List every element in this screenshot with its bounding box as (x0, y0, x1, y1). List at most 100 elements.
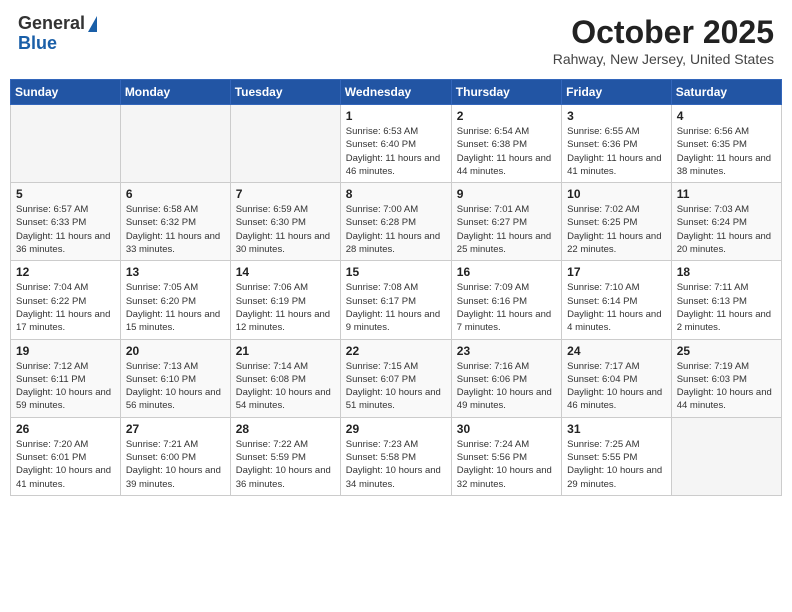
page-header: General Blue October 2025 Rahway, New Je… (10, 10, 782, 71)
day-info: Sunrise: 7:15 AMSunset: 6:07 PMDaylight:… (346, 360, 446, 413)
day-info: Sunrise: 7:20 AMSunset: 6:01 PMDaylight:… (16, 438, 115, 491)
day-number: 3 (567, 109, 666, 123)
day-info: Sunrise: 7:25 AMSunset: 5:55 PMDaylight:… (567, 438, 666, 491)
table-row: 2 Sunrise: 6:54 AMSunset: 6:38 PMDaylight… (451, 105, 561, 183)
table-row: 14Sunrise: 7:06 AMSunset: 6:19 PMDayligh… (230, 261, 340, 339)
calendar-week-row: 5 Sunrise: 6:57 AMSunset: 6:33 PMDaylight… (11, 183, 782, 261)
day-number: 25 (677, 344, 776, 358)
day-info: Sunrise: 7:05 AMSunset: 6:20 PMDaylight:… (126, 281, 225, 334)
day-info: Sunrise: 6:59 AMSunset: 6:30 PMDaylight:… (236, 203, 335, 256)
day-info: Sunrise: 6:57 AMSunset: 6:33 PMDaylight:… (16, 203, 115, 256)
logo-general-text: General (18, 14, 85, 34)
day-number: 1 (346, 109, 446, 123)
day-number: 17 (567, 265, 666, 279)
table-row: 5 Sunrise: 6:57 AMSunset: 6:33 PMDaylight… (11, 183, 121, 261)
calendar-week-row: 1 Sunrise: 6:53 AMSunset: 6:40 PMDaylight… (11, 105, 782, 183)
day-number: 28 (236, 422, 335, 436)
calendar-table: Sunday Monday Tuesday Wednesday Thursday… (10, 79, 782, 496)
logo-triangle-icon (88, 16, 97, 32)
table-row: 25 Sunrise: 7:19 AMSunset: 6:03 PMDayligh… (671, 339, 781, 417)
table-row (120, 105, 230, 183)
col-thursday: Thursday (451, 80, 561, 105)
day-number: 2 (457, 109, 556, 123)
col-friday: Friday (562, 80, 672, 105)
day-number: 8 (346, 187, 446, 201)
day-info: Sunrise: 7:12 AMSunset: 6:11 PMDaylight:… (16, 360, 115, 413)
day-number: 9 (457, 187, 556, 201)
table-row: 12 Sunrise: 7:04 AMSunset: 6:22 PMDayligh… (11, 261, 121, 339)
table-row: 13 Sunrise: 7:05 AMSunset: 6:20 PMDayligh… (120, 261, 230, 339)
day-number: 31 (567, 422, 666, 436)
table-row (230, 105, 340, 183)
day-number: 21 (236, 344, 335, 358)
table-row: 6Sunrise: 6:58 AMSunset: 6:32 PMDaylight… (120, 183, 230, 261)
day-number: 24 (567, 344, 666, 358)
table-row: 31 Sunrise: 7:25 AMSunset: 5:55 PMDayligh… (562, 417, 672, 495)
day-info: Sunrise: 7:08 AMSunset: 6:17 PMDaylight:… (346, 281, 446, 334)
table-row: 1 Sunrise: 6:53 AMSunset: 6:40 PMDaylight… (340, 105, 451, 183)
calendar-title: October 2025 (553, 14, 774, 51)
table-row: 16 Sunrise: 7:09 AMSunset: 6:16 PMDayligh… (451, 261, 561, 339)
col-saturday: Saturday (671, 80, 781, 105)
col-sunday: Sunday (11, 80, 121, 105)
title-block: October 2025 Rahway, New Jersey, United … (553, 14, 774, 67)
table-row: 28 Sunrise: 7:22 AMSunset: 5:59 PMDayligh… (230, 417, 340, 495)
day-info: Sunrise: 6:55 AMSunset: 6:36 PMDaylight:… (567, 125, 666, 178)
day-number: 4 (677, 109, 776, 123)
day-number: 12 (16, 265, 115, 279)
day-number: 5 (16, 187, 115, 201)
day-number: 30 (457, 422, 556, 436)
calendar-header-row: Sunday Monday Tuesday Wednesday Thursday… (11, 80, 782, 105)
day-number: 11 (677, 187, 776, 201)
logo: General Blue (18, 14, 97, 54)
table-row: 24 Sunrise: 7:17 AMSunset: 6:04 PMDayligh… (562, 339, 672, 417)
col-tuesday: Tuesday (230, 80, 340, 105)
day-number: 23 (457, 344, 556, 358)
day-info: Sunrise: 6:54 AMSunset: 6:38 PMDaylight:… (457, 125, 556, 178)
day-info: Sunrise: 7:09 AMSunset: 6:16 PMDaylight:… (457, 281, 556, 334)
table-row: 9 Sunrise: 7:01 AMSunset: 6:27 PMDaylight… (451, 183, 561, 261)
day-info: Sunrise: 7:14 AMSunset: 6:08 PMDaylight:… (236, 360, 335, 413)
day-number: 26 (16, 422, 115, 436)
table-row: 3 Sunrise: 6:55 AMSunset: 6:36 PMDaylight… (562, 105, 672, 183)
day-info: Sunrise: 7:00 AMSunset: 6:28 PMDaylight:… (346, 203, 446, 256)
day-info: Sunrise: 7:16 AMSunset: 6:06 PMDaylight:… (457, 360, 556, 413)
day-info: Sunrise: 7:23 AMSunset: 5:58 PMDaylight:… (346, 438, 446, 491)
day-number: 16 (457, 265, 556, 279)
day-info: Sunrise: 7:17 AMSunset: 6:04 PMDaylight:… (567, 360, 666, 413)
day-number: 18 (677, 265, 776, 279)
calendar-week-row: 12 Sunrise: 7:04 AMSunset: 6:22 PMDayligh… (11, 261, 782, 339)
table-row: 19 Sunrise: 7:12 AMSunset: 6:11 PMDayligh… (11, 339, 121, 417)
day-info: Sunrise: 6:58 AMSunset: 6:32 PMDaylight:… (126, 203, 225, 256)
table-row: 27 Sunrise: 7:21 AMSunset: 6:00 PMDayligh… (120, 417, 230, 495)
day-info: Sunrise: 6:56 AMSunset: 6:35 PMDaylight:… (677, 125, 776, 178)
table-row: 30Sunrise: 7:24 AMSunset: 5:56 PMDayligh… (451, 417, 561, 495)
table-row: 20Sunrise: 7:13 AMSunset: 6:10 PMDayligh… (120, 339, 230, 417)
day-info: Sunrise: 7:22 AMSunset: 5:59 PMDaylight:… (236, 438, 335, 491)
table-row: 11Sunrise: 7:03 AMSunset: 6:24 PMDayligh… (671, 183, 781, 261)
day-number: 19 (16, 344, 115, 358)
table-row: 22 Sunrise: 7:15 AMSunset: 6:07 PMDayligh… (340, 339, 451, 417)
day-info: Sunrise: 7:06 AMSunset: 6:19 PMDaylight:… (236, 281, 335, 334)
day-info: Sunrise: 7:19 AMSunset: 6:03 PMDaylight:… (677, 360, 776, 413)
table-row: 10Sunrise: 7:02 AMSunset: 6:25 PMDayligh… (562, 183, 672, 261)
day-number: 15 (346, 265, 446, 279)
day-number: 13 (126, 265, 225, 279)
day-info: Sunrise: 7:01 AMSunset: 6:27 PMDaylight:… (457, 203, 556, 256)
table-row: 18Sunrise: 7:11 AMSunset: 6:13 PMDayligh… (671, 261, 781, 339)
table-row: 4 Sunrise: 6:56 AMSunset: 6:35 PMDaylight… (671, 105, 781, 183)
table-row (11, 105, 121, 183)
table-row: 29Sunrise: 7:23 AMSunset: 5:58 PMDayligh… (340, 417, 451, 495)
day-info: Sunrise: 6:53 AMSunset: 6:40 PMDaylight:… (346, 125, 446, 178)
day-info: Sunrise: 7:13 AMSunset: 6:10 PMDaylight:… (126, 360, 225, 413)
day-number: 27 (126, 422, 225, 436)
day-info: Sunrise: 7:21 AMSunset: 6:00 PMDaylight:… (126, 438, 225, 491)
table-row: 15 Sunrise: 7:08 AMSunset: 6:17 PMDayligh… (340, 261, 451, 339)
calendar-week-row: 26 Sunrise: 7:20 AMSunset: 6:01 PMDayligh… (11, 417, 782, 495)
day-number: 22 (346, 344, 446, 358)
table-row (671, 417, 781, 495)
table-row: 7Sunrise: 6:59 AMSunset: 6:30 PMDaylight… (230, 183, 340, 261)
day-info: Sunrise: 7:04 AMSunset: 6:22 PMDaylight:… (16, 281, 115, 334)
day-info: Sunrise: 7:10 AMSunset: 6:14 PMDaylight:… (567, 281, 666, 334)
col-wednesday: Wednesday (340, 80, 451, 105)
